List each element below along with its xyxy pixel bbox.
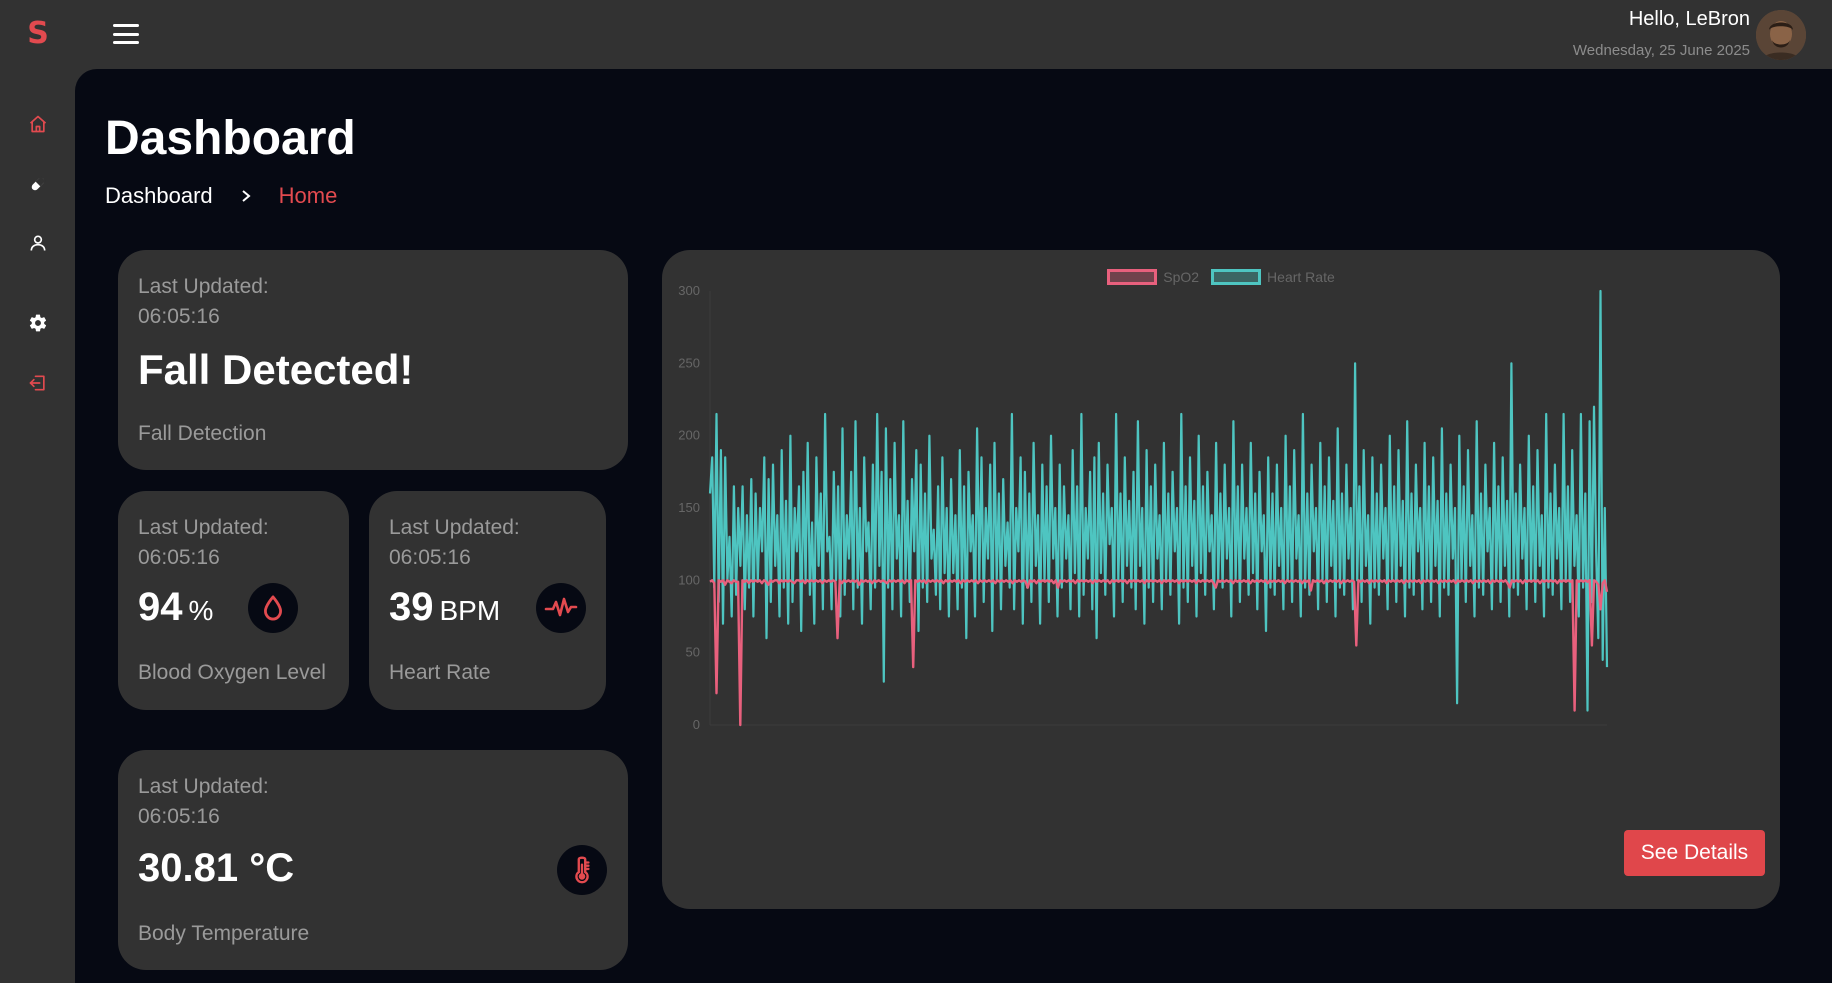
y-tick-label: 200 <box>678 428 700 443</box>
top-header: Hello, LeBron Wednesday, 25 June 2025 <box>75 0 1832 69</box>
breadcrumb: Dashboard Home <box>105 183 337 209</box>
app-logo[interactable]: S <box>24 14 52 54</box>
page-title: Dashboard <box>105 112 356 165</box>
y-tick-label: 100 <box>678 572 700 587</box>
last-updated-label: Last Updated: <box>138 516 269 539</box>
blood-oxygen-label: Blood Oxygen Level <box>138 661 326 684</box>
heart-rate-label: Heart Rate <box>389 661 491 684</box>
legend-label-spo2: SpO2 <box>1163 269 1200 285</box>
breadcrumb-dashboard[interactable]: Dashboard <box>105 183 213 209</box>
blood-oxygen-unit: % <box>188 595 214 626</box>
hamburger-line <box>113 24 139 27</box>
last-updated: Last Updated: 06:05:16 <box>138 272 269 332</box>
chart-legend: SpO2 Heart Rate <box>662 269 1780 285</box>
hamburger-line <box>113 32 139 36</box>
legend-label-heart-rate: Heart Rate <box>1267 269 1335 285</box>
vitals-chart: 0 50 100 150 200 250 300 <box>678 283 1609 732</box>
last-updated: Last Updated: 06:05:16 <box>138 772 269 832</box>
y-tick-label: 300 <box>678 283 700 298</box>
hamburger-line <box>113 41 139 44</box>
legend-item-heart-rate[interactable]: Heart Rate <box>1211 269 1335 285</box>
home-icon <box>29 115 47 133</box>
y-tick-label: 0 <box>693 717 700 732</box>
heartbeat-icon <box>536 583 586 633</box>
thermometer-icon <box>557 845 607 895</box>
blood-oxygen-value: 94 <box>138 585 183 629</box>
blood-oxygen-card: Last Updated: 06:05:16 94% Blood Oxygen … <box>118 491 349 710</box>
last-updated-label: Last Updated: <box>389 516 520 539</box>
gear-icon <box>29 314 47 332</box>
breadcrumb-home[interactable]: Home <box>279 183 338 209</box>
menu-toggle-button[interactable] <box>111 20 141 48</box>
legend-swatch-heart-rate <box>1211 269 1262 285</box>
fall-status-value: Fall Detected! <box>138 346 414 393</box>
heart-rate-unit: BPM <box>439 595 501 626</box>
user-icon <box>30 235 46 251</box>
sidebar-item-profile[interactable] <box>24 229 52 257</box>
current-date: Wednesday, 25 June 2025 <box>1572 42 1750 59</box>
avatar-image <box>1756 10 1806 60</box>
heart-rate-card: Last Updated: 06:05:16 39 BPM Heart Rate <box>369 491 606 710</box>
sidebar-item-home[interactable] <box>24 110 52 138</box>
y-tick-label: 50 <box>686 645 700 660</box>
y-tick-label: 150 <box>678 500 700 515</box>
sidebar-item-settings[interactable] <box>24 309 52 337</box>
last-updated-label: Last Updated: <box>138 775 269 798</box>
fall-detection-label: Fall Detection <box>138 422 267 445</box>
sidebar: S <box>0 0 75 983</box>
legend-swatch-spo2 <box>1107 269 1158 285</box>
y-tick-label: 250 <box>678 355 700 370</box>
last-updated: Last Updated: 06:05:16 <box>389 513 520 573</box>
last-updated: Last Updated: 06:05:16 <box>138 513 269 573</box>
body-temperature-label: Body Temperature <box>138 922 310 945</box>
last-updated-time: 06:05:16 <box>138 805 220 828</box>
series-line-spo2 <box>709 579 1609 727</box>
body-temperature-value: 30.81 °C <box>138 846 295 890</box>
sidebar-item-medication[interactable] <box>24 170 52 198</box>
user-greeting: Hello, LeBron <box>1628 8 1750 30</box>
series-line-heart-rate <box>708 289 1609 712</box>
last-updated-time: 06:05:16 <box>138 546 220 569</box>
fall-detection-card: Last Updated: 06:05:16 Fall Detected! Fa… <box>118 250 628 470</box>
heart-rate-value: 39 <box>389 585 434 629</box>
last-updated-label: Last Updated: <box>138 275 269 298</box>
logout-icon <box>29 375 45 391</box>
sidebar-item-logout[interactable] <box>24 369 52 397</box>
legend-item-spo2[interactable]: SpO2 <box>1107 269 1199 285</box>
body-temperature-card: Last Updated: 06:05:16 30.81 °C Body Tem… <box>118 750 628 970</box>
blood-oxygen-value-row: 94% <box>138 585 213 630</box>
last-updated-time: 06:05:16 <box>138 305 220 328</box>
pill-icon <box>31 176 46 191</box>
avatar[interactable] <box>1756 10 1806 60</box>
see-details-button[interactable]: See Details <box>1624 830 1765 876</box>
vitals-chart-card: 0 50 100 150 200 250 300 SpO2 Heart Rate See D… <box>662 250 1780 909</box>
droplet-icon <box>248 583 298 633</box>
heart-rate-value-row: 39 BPM <box>389 585 500 630</box>
last-updated-time: 06:05:16 <box>389 546 471 569</box>
chevron-right-icon <box>239 189 253 203</box>
main-content: Dashboard Dashboard Home Last Updated: 0… <box>75 69 1832 983</box>
